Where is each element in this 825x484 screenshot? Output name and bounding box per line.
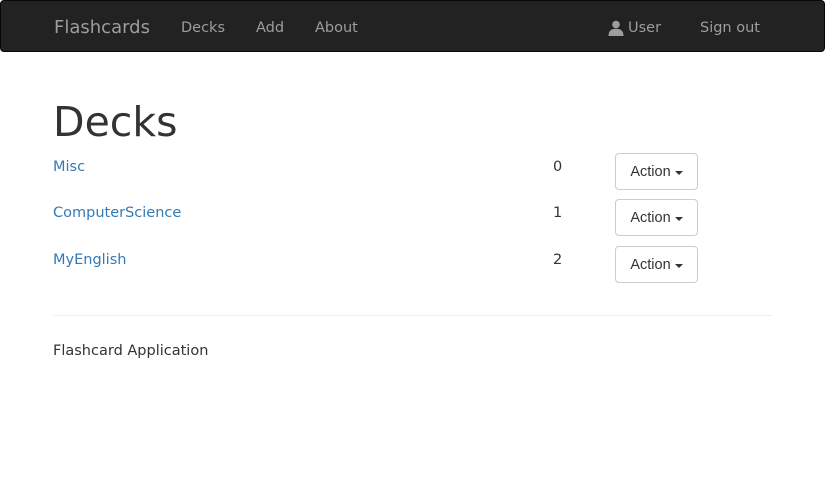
caret-down-icon bbox=[674, 263, 683, 268]
user-icon bbox=[608, 20, 624, 36]
deck-row: MyEnglish 2 Action bbox=[53, 246, 772, 284]
top-navbar: Flashcards Decks Add About User Sign out bbox=[0, 0, 825, 52]
nav-link-user[interactable]: User bbox=[608, 18, 661, 38]
caret-down-icon bbox=[674, 170, 683, 175]
brand-link[interactable]: Flashcards bbox=[54, 16, 150, 40]
footer-divider bbox=[53, 315, 772, 316]
footer-text: Flashcard Application bbox=[53, 343, 209, 359]
deck-row: ComputerScience 1 Action bbox=[53, 199, 772, 237]
deck-action-button[interactable]: Action bbox=[615, 246, 698, 283]
deck-card-count: 0 bbox=[553, 159, 563, 175]
caret-down-icon bbox=[674, 216, 683, 221]
deck-card-count: 2 bbox=[553, 252, 563, 268]
deck-link-misc[interactable]: Misc bbox=[53, 157, 85, 177]
nav-link-signout[interactable]: Sign out bbox=[700, 18, 760, 38]
action-label: Action bbox=[630, 256, 671, 273]
deck-card-count: 1 bbox=[553, 205, 563, 221]
action-label: Action bbox=[630, 163, 671, 180]
deck-row: Misc 0 Action bbox=[53, 153, 772, 191]
deck-action-button[interactable]: Action bbox=[615, 199, 698, 236]
nav-link-about[interactable]: About bbox=[315, 18, 358, 38]
page-title: Decks bbox=[53, 98, 178, 146]
nav-link-add[interactable]: Add bbox=[256, 18, 284, 38]
nav-link-decks[interactable]: Decks bbox=[181, 18, 225, 38]
deck-link-computerscience[interactable]: ComputerScience bbox=[53, 203, 181, 223]
nav-user-label: User bbox=[628, 20, 662, 36]
deck-link-myenglish[interactable]: MyEnglish bbox=[53, 250, 126, 270]
deck-action-button[interactable]: Action bbox=[615, 153, 698, 190]
action-label: Action bbox=[630, 209, 671, 226]
